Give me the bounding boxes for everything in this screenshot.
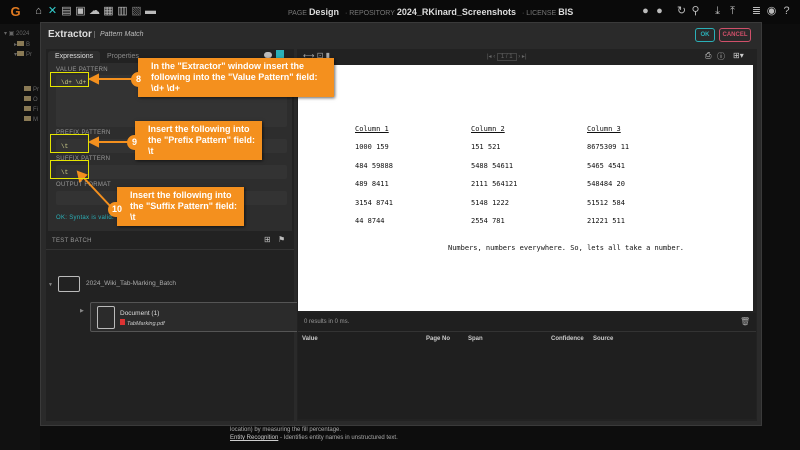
step-number: 10	[108, 202, 126, 217]
callout-value: \t	[148, 146, 154, 156]
callout-step-8: In the "Extractor" window insert the fol…	[138, 58, 334, 97]
callout-step-10: Insert the following into the "Suffix Pa…	[117, 187, 244, 226]
callout-value: \d+ \d+	[151, 83, 181, 93]
callout-step-9: Insert the following into the "Prefix Pa…	[135, 121, 262, 160]
callout-text: Insert the following into the "Suffix Pa…	[130, 190, 238, 211]
callout-text: In the "Extractor" window insert the fol…	[151, 61, 318, 82]
step-number: 9	[127, 135, 142, 150]
highlight-value-pattern	[50, 72, 89, 87]
callout-value: \t	[130, 212, 136, 222]
highlight-suffix-pattern	[50, 160, 89, 179]
highlight-prefix-pattern	[50, 134, 89, 153]
step-number: 8	[131, 72, 146, 87]
callout-text: Insert the following into the "Prefix Pa…	[148, 124, 256, 145]
